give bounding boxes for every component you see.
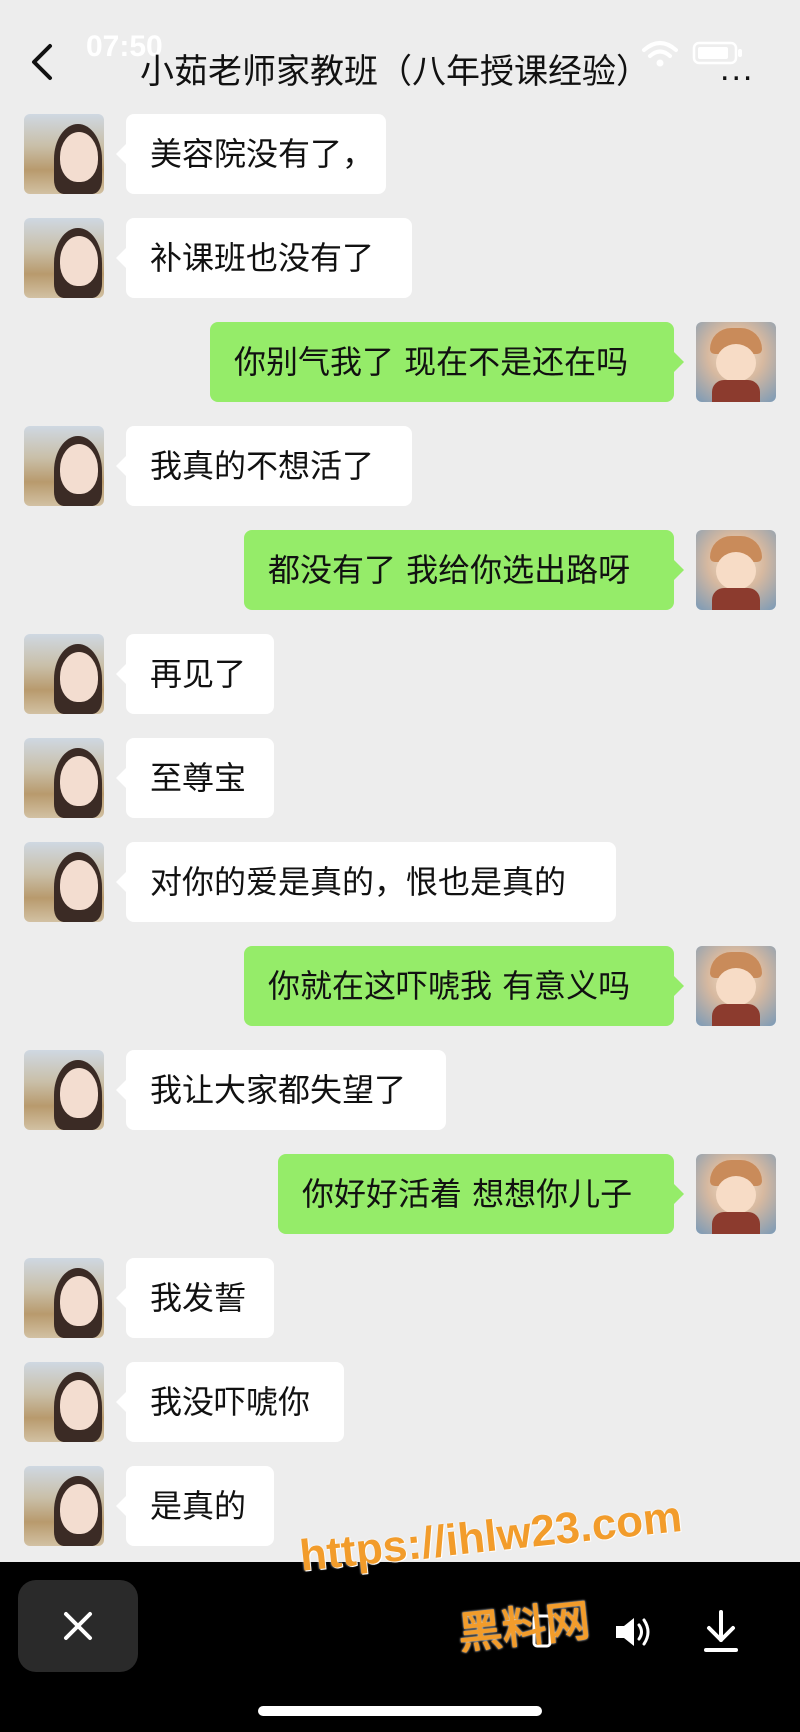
chat-header: 07:50 小茹老师家教班（八年授课经验） ... (0, 0, 800, 110)
wifi-icon (642, 41, 678, 67)
contact-avatar[interactable] (24, 1258, 104, 1338)
message-bubble-outgoing[interactable]: 都没有了 我给你选出路呀 (244, 530, 684, 610)
more-options-button[interactable]: ... (720, 50, 754, 89)
message-bubble-incoming[interactable]: 我让大家都失望了 (116, 1050, 446, 1130)
user-avatar[interactable] (696, 322, 776, 402)
back-icon[interactable] (26, 42, 60, 82)
message-bubble-incoming[interactable]: 美容院没有了， (116, 114, 386, 194)
contact-avatar[interactable] (24, 738, 104, 818)
message-bubble-incoming[interactable]: 至尊宝 (116, 738, 274, 818)
message-bubble-incoming[interactable]: 是真的 (116, 1466, 274, 1546)
contact-avatar[interactable] (24, 1362, 104, 1442)
contact-avatar[interactable] (24, 218, 104, 298)
user-avatar[interactable] (696, 1154, 776, 1234)
message-bubble-incoming[interactable]: 对你的爱是真的，恨也是真的 (116, 842, 616, 922)
message-bubble-outgoing[interactable]: 你就在这吓唬我 有意义吗 (244, 946, 684, 1026)
contact-avatar[interactable] (24, 1466, 104, 1546)
message-bubble-incoming[interactable]: 我真的不想活了 (116, 426, 412, 506)
message-bubble-incoming[interactable]: 我没吓唬你 (116, 1362, 344, 1442)
user-avatar[interactable] (696, 530, 776, 610)
message-bubble-incoming[interactable]: 我发誓 (116, 1258, 274, 1338)
user-avatar[interactable] (696, 946, 776, 1026)
download-icon[interactable] (700, 1608, 742, 1654)
message-bubble-incoming[interactable]: 补课班也没有了 (116, 218, 412, 298)
message-bubble-outgoing[interactable]: 你好好活着 想想你儿子 (278, 1154, 684, 1234)
speaker-icon[interactable] (612, 1614, 652, 1650)
contact-avatar[interactable] (24, 114, 104, 194)
contact-avatar[interactable] (24, 634, 104, 714)
media-control-bar (0, 1562, 800, 1732)
chat-title: 小茹老师家教班（八年授课经验） (140, 52, 650, 92)
message-bubble-outgoing[interactable]: 你别气我了 现在不是还在吗 (210, 322, 684, 402)
close-icon (64, 1612, 92, 1640)
contact-avatar[interactable] (24, 1050, 104, 1130)
contact-avatar[interactable] (24, 842, 104, 922)
home-indicator (258, 1706, 542, 1716)
message-bubble-incoming[interactable]: 再见了 (116, 634, 274, 714)
close-button[interactable] (18, 1580, 138, 1672)
contact-avatar[interactable] (24, 426, 104, 506)
